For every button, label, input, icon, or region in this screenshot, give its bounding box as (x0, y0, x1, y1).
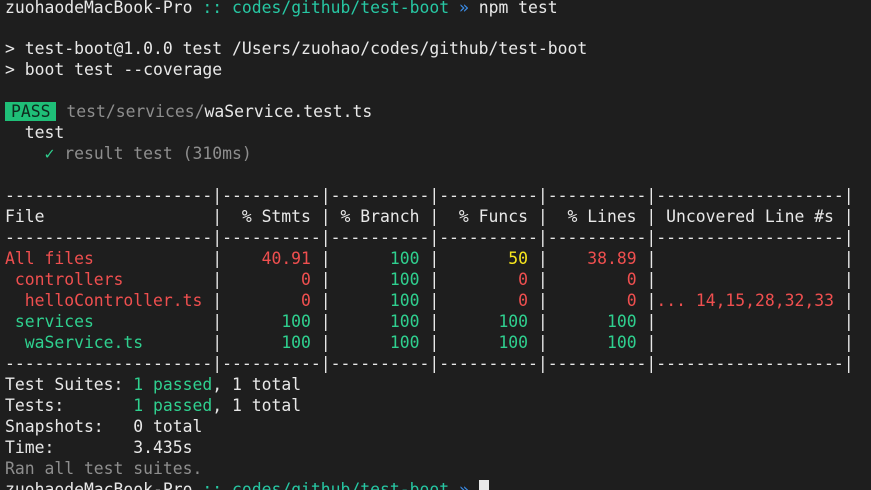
coverage-file: services (5, 312, 213, 331)
summary-time: Time: 3.435s (5, 438, 193, 457)
coverage-stmts: 100 (222, 312, 321, 331)
coverage-separator: ---------------------|----------|-------… (5, 186, 854, 205)
coverage-branch: 100 (330, 312, 430, 331)
test-suite-name: test (24, 123, 65, 142)
coverage-row: waService.ts | 100 | 100 | 100 | 100 | | (5, 333, 854, 352)
prompt-line: zuohaodeMacBook-Pro :: codes/github/test… (5, 0, 558, 18)
coverage-lines: 0 (547, 291, 647, 310)
coverage-stmts: 0 (222, 291, 321, 310)
coverage-file: All files (5, 249, 213, 268)
coverage-uncovered (656, 312, 844, 331)
coverage-stmts: 100 (222, 333, 321, 352)
coverage-lines: 0 (547, 270, 647, 289)
test-file-dir: test/services/ (66, 102, 205, 121)
coverage-uncovered (656, 333, 844, 352)
coverage-funcs: 50 (439, 249, 538, 268)
coverage-lines: 38.89 (547, 249, 647, 268)
coverage-lines: 100 (547, 333, 647, 352)
prompt-host: zuohaodeMacBook-Pro (5, 0, 193, 17)
coverage-separator: ---------------------|----------|-------… (5, 354, 854, 373)
coverage-branch: 100 (330, 333, 430, 352)
coverage-funcs: 100 (439, 312, 538, 331)
coverage-branch: 100 (330, 270, 430, 289)
coverage-row: services | 100 | 100 | 100 | 100 | | (5, 312, 854, 331)
summary-suites: Test Suites: 1 passed, 1 total (5, 375, 302, 394)
terminal-window[interactable]: zuohaodeMacBook-Pro :: codes/github/test… (0, 0, 871, 490)
test-file-result: PASS test/services/waService.test.ts (5, 101, 372, 122)
test-case-name: result test (310ms) (64, 144, 252, 163)
coverage-header: File | % Stmts | % Branch | % Funcs | % … (5, 207, 854, 226)
coverage-funcs: 0 (439, 291, 538, 310)
pass-badge: PASS (5, 102, 57, 121)
coverage-file: waService.ts (5, 333, 213, 352)
coverage-row: All files | 40.91 | 100 | 50 | 38.89 | | (5, 249, 854, 268)
prompt-command: npm test (478, 0, 558, 17)
coverage-uncovered (656, 249, 844, 268)
coverage-lines: 100 (547, 312, 647, 331)
coverage-uncovered: ... 14,15,28,32,33 (656, 291, 844, 310)
prompt-arrow: » (449, 0, 479, 17)
summary-snapshots: Snapshots: 0 total (5, 417, 203, 436)
coverage-branch: 100 (330, 291, 430, 310)
check-icon: ✓ (44, 144, 55, 163)
npm-output-line-1: > test-boot@1.0.0 test /Users/zuohao/cod… (5, 39, 588, 58)
coverage-row: helloController.ts | 0 | 100 | 0 | 0 |..… (5, 291, 854, 310)
coverage-stmts: 40.91 (222, 249, 321, 268)
coverage-file: helloController.ts (5, 291, 213, 310)
coverage-separator: ---------------------|----------|-------… (5, 228, 854, 247)
npm-output-line-2: > boot test --coverage (5, 60, 223, 79)
coverage-funcs: 100 (439, 333, 538, 352)
test-case-result: ✓ result test (310ms) (5, 143, 252, 164)
coverage-funcs: 0 (439, 270, 538, 289)
coverage-row: controllers | 0 | 100 | 0 | 0 | | (5, 270, 854, 289)
coverage-branch: 100 (330, 249, 430, 268)
summary-ran-all: Ran all test suites. (5, 459, 203, 478)
tests-passed: 1 passed (133, 396, 213, 415)
prompt-line-current[interactable]: zuohaodeMacBook-Pro :: codes/github/test… (5, 479, 489, 490)
prompt-separator: :: (192, 0, 232, 17)
coverage-stmts: 0 (222, 270, 321, 289)
coverage-file: controllers (5, 270, 213, 289)
summary-tests: Tests: 1 passed, 1 total (5, 396, 302, 415)
text-cursor (478, 480, 489, 490)
coverage-uncovered (656, 270, 844, 289)
suites-passed: 1 passed (133, 375, 213, 394)
test-file-name: waService.test.ts (204, 102, 373, 121)
prompt-path: codes/github/test-boot (231, 0, 450, 17)
